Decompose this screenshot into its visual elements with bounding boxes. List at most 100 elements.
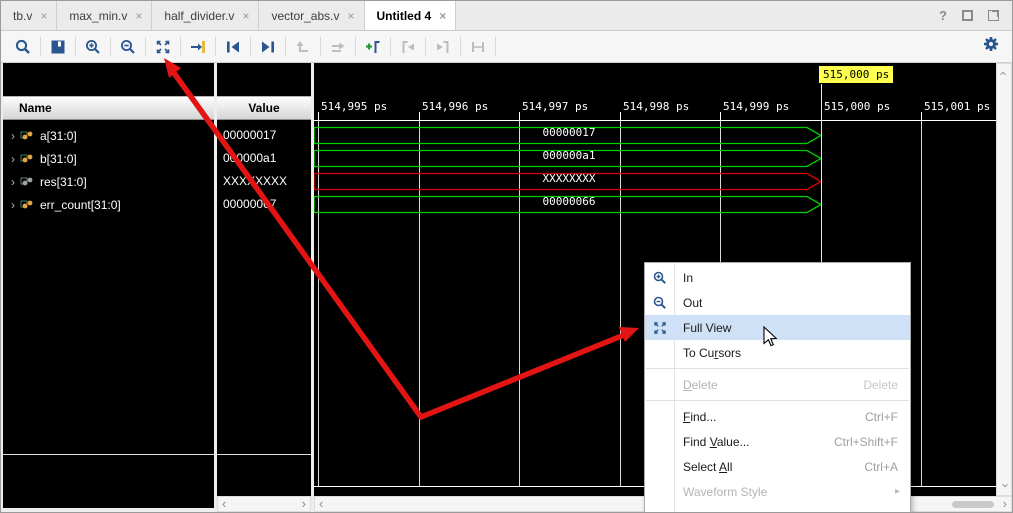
waveform-bus-err-count[interactable]: 00000066 xyxy=(314,195,824,214)
bus-value-label: 000000a1 xyxy=(314,149,824,168)
menu-shortcut: Ctrl+A xyxy=(864,460,910,474)
waveform-bus-b[interactable]: 000000a1 xyxy=(314,149,824,168)
signal-row-err-count[interactable]: › err_count[31:0] xyxy=(3,193,214,216)
scroll-up-arrow[interactable]: ‹ xyxy=(997,68,1012,80)
close-icon[interactable]: × xyxy=(40,9,47,23)
tab-vector_abs.v[interactable]: vector_abs.v × xyxy=(259,1,364,30)
panel-divider xyxy=(3,454,214,455)
waveform-vertical-scrollbar[interactable]: ‹ ‹ xyxy=(996,63,1012,496)
scroll-left-arrow[interactable]: ‹ xyxy=(222,497,226,511)
swap-cursors-button[interactable] xyxy=(463,34,493,60)
full-view-icon xyxy=(652,320,668,336)
name-header-label: Name xyxy=(19,101,52,115)
menu-shortcut: Ctrl+Shift+F xyxy=(834,435,910,449)
float-icon[interactable] xyxy=(988,10,999,21)
go-to-last-time-button[interactable] xyxy=(253,34,283,60)
settings-button[interactable] xyxy=(982,35,1012,58)
menu-item-zoom-in[interactable]: In xyxy=(645,265,910,290)
menu-separator xyxy=(646,400,909,401)
expand-chevron-icon[interactable]: › xyxy=(11,198,15,212)
signal-value: XXXXXXXX xyxy=(217,170,311,193)
bus-value-label: 00000066 xyxy=(314,195,824,214)
save-wave-config-button[interactable] xyxy=(43,34,73,60)
waveform-bus-a[interactable]: 00000017 xyxy=(314,126,824,145)
scrollbar-thumb[interactable] xyxy=(952,501,994,508)
toolbar-separator xyxy=(75,37,76,56)
previous-transition-button[interactable] xyxy=(288,34,318,60)
close-icon[interactable]: × xyxy=(135,9,142,23)
zoom-in-button[interactable] xyxy=(78,34,108,60)
values-horizontal-scrollbar[interactable]: ‹ › xyxy=(217,496,311,512)
scroll-right-arrow[interactable]: › xyxy=(1003,497,1007,511)
menu-item-label: Find Value... xyxy=(674,435,750,449)
tab-half_divider.v[interactable]: half_divider.v × xyxy=(152,1,259,30)
zoom-in-icon xyxy=(84,38,102,56)
value-column-header[interactable]: Value xyxy=(217,96,311,120)
axis-baseline xyxy=(314,120,996,121)
signal-row-res[interactable]: › res[31:0] xyxy=(3,170,214,193)
tab-label: tb.v xyxy=(13,9,32,23)
next-marker-button[interactable] xyxy=(428,34,458,60)
axis-tick xyxy=(519,112,520,120)
help-icon[interactable]: ? xyxy=(939,8,947,23)
tab-label: Untitled 4 xyxy=(377,9,432,23)
gear-icon xyxy=(982,35,1000,53)
menu-item-to-cursors[interactable]: To Cursors xyxy=(645,340,910,365)
menu-item-label: Signal Color xyxy=(674,510,748,513)
tab-untitled-4[interactable]: Untitled 4 × xyxy=(365,1,457,30)
tab-max_min.v[interactable]: max_min.v × xyxy=(57,1,152,30)
menu-item-find[interactable]: Find... Ctrl+F xyxy=(645,404,910,429)
zoom-out-button[interactable] xyxy=(113,34,143,60)
menu-item-zoom-out[interactable]: Out xyxy=(645,290,910,315)
signal-name-label: b[31:0] xyxy=(40,152,77,166)
gridline xyxy=(921,121,922,486)
next-transition-icon xyxy=(329,38,347,56)
name-column-header[interactable]: Name xyxy=(3,96,214,120)
expand-chevron-icon[interactable]: › xyxy=(11,129,15,143)
menu-item-label: To Cursors xyxy=(674,346,741,360)
menu-item-select-all[interactable]: Select All Ctrl+A xyxy=(645,454,910,479)
tab-tb.v[interactable]: tb.v × xyxy=(1,1,57,30)
waveform-bus-res[interactable]: XXXXXXXX xyxy=(314,172,824,191)
next-transition-button[interactable] xyxy=(323,34,353,60)
expand-chevron-icon[interactable]: › xyxy=(11,152,15,166)
close-icon[interactable]: × xyxy=(242,9,249,23)
add-marker-icon xyxy=(364,38,382,56)
zoom-full-view-button[interactable] xyxy=(148,34,178,60)
signal-row-a[interactable]: › a[31:0] xyxy=(3,124,214,147)
maximize-icon[interactable] xyxy=(962,10,973,21)
menu-item-full-view[interactable]: Full View xyxy=(645,315,910,340)
scroll-right-arrow[interactable]: › xyxy=(302,497,306,511)
go-to-time-zero-button[interactable] xyxy=(218,34,248,60)
menu-separator xyxy=(646,368,909,369)
signal-name-label: res[31:0] xyxy=(40,175,87,189)
signal-values-panel: Value 00000017 000000a1 XXXXXXXX 0000006… xyxy=(217,63,311,496)
bus-signal-icon xyxy=(20,153,34,165)
add-marker-button[interactable] xyxy=(358,34,388,60)
scroll-left-arrow[interactable]: ‹ xyxy=(319,497,323,511)
axis-tick xyxy=(419,112,420,120)
expand-chevron-icon[interactable]: › xyxy=(11,175,15,189)
toolbar-separator xyxy=(180,37,181,56)
close-icon[interactable]: × xyxy=(439,9,446,23)
find-button[interactable] xyxy=(8,34,38,60)
toolbar-separator xyxy=(250,37,251,56)
signal-row-b[interactable]: › b[31:0] xyxy=(3,147,214,170)
go-to-cursor-icon xyxy=(189,38,207,56)
menu-item-label: Delete xyxy=(674,378,718,392)
menu-item-find-value[interactable]: Find Value... Ctrl+Shift+F xyxy=(645,429,910,454)
toolbar-separator xyxy=(40,37,41,56)
tab-label: half_divider.v xyxy=(164,9,234,23)
close-icon[interactable]: × xyxy=(348,9,355,23)
signal-names-panel: Name › a[31:0] › b[31:0] › xyxy=(3,63,214,508)
go-to-time-button[interactable] xyxy=(183,34,213,60)
value-header-label: Value xyxy=(248,101,279,115)
axis-tick-label: 514,996 ps xyxy=(422,100,488,113)
scroll-down-arrow[interactable]: ‹ xyxy=(997,480,1012,492)
search-icon xyxy=(14,38,32,56)
waveform-context-menu: In Out Full View To Cursors xyxy=(644,262,911,513)
previous-marker-button[interactable] xyxy=(393,34,423,60)
toolbar-separator xyxy=(390,37,391,56)
bus-signal-icon xyxy=(20,130,34,142)
menu-item-label: In xyxy=(674,271,693,285)
